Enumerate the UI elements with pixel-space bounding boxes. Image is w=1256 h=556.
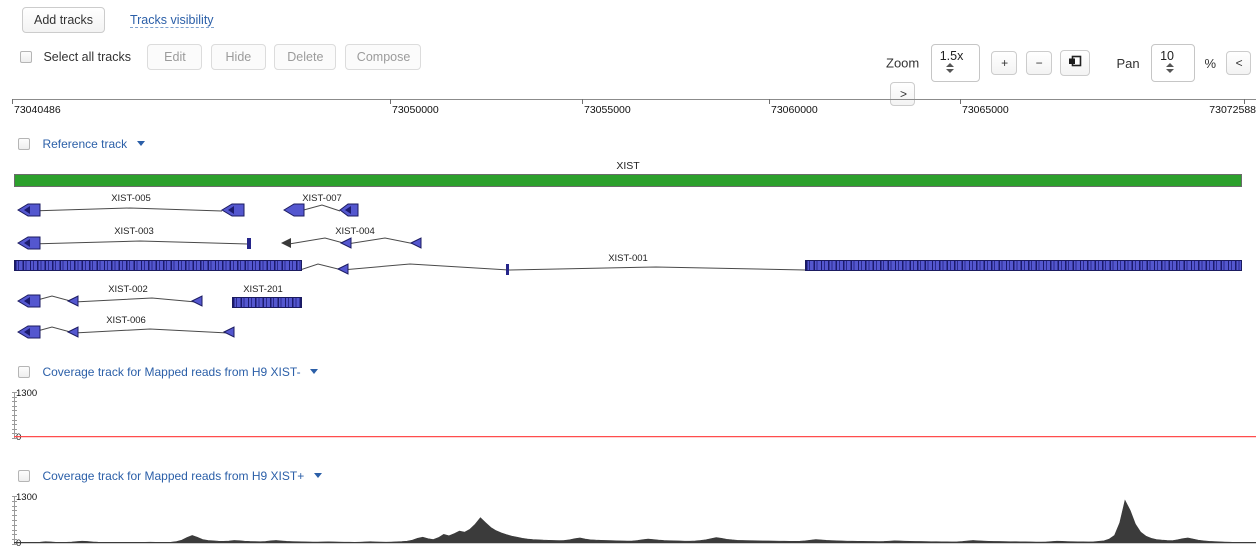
ruler-start-label: 73040486: [14, 104, 61, 116]
ruler-tick-label: 73065000: [962, 104, 1009, 116]
hide-button[interactable]: Hide: [210, 44, 266, 70]
transcript-shape: [281, 237, 422, 249]
select-all-tracks-label: Select all tracks: [43, 50, 131, 64]
transcript-label: XIST-201: [243, 284, 283, 295]
transcript-shape: [17, 203, 245, 217]
ruler-axis-line: [12, 99, 1256, 100]
zoom-in-button[interactable]: +: [991, 51, 1018, 75]
pan-unit-label: %: [1204, 55, 1217, 71]
coverage-minus-title[interactable]: Coverage track for Mapped reads from H9 …: [42, 365, 300, 379]
ruler-tick-label: 73060000: [771, 104, 818, 116]
transcript-shape: [283, 203, 359, 217]
spinner-icon[interactable]: [1166, 63, 1175, 73]
chevron-down-icon[interactable]: [313, 473, 322, 479]
zoom-level-value: 1.5x: [939, 49, 964, 63]
exon-block[interactable]: [14, 260, 302, 271]
track-header-reference: Reference track: [18, 135, 145, 153]
chevron-down-icon[interactable]: [310, 369, 319, 375]
toolbar-primary: Add tracks Tracks visibility: [22, 7, 1256, 33]
exon-block[interactable]: [805, 260, 1242, 271]
coverage-minus-checkbox[interactable]: [18, 365, 30, 378]
chevron-down-icon[interactable]: [136, 141, 145, 147]
coverage-plus-checkbox[interactable]: [18, 469, 30, 482]
coverage-plot-xist-minus[interactable]: 1300 0: [0, 388, 1256, 445]
ruler-tick-label: 73050000: [392, 104, 439, 116]
coverage-area-minus: [14, 436, 1256, 438]
compose-button[interactable]: Compose: [344, 44, 421, 70]
transcript-shape: [17, 325, 235, 339]
ruler-tick: [769, 99, 770, 104]
gene-body-xist[interactable]: [14, 174, 1242, 187]
reference-track-checkbox[interactable]: [18, 137, 30, 150]
ruler-tick: [390, 99, 391, 104]
coverage-plot-xist-plus[interactable]: 1300 0: [0, 492, 1256, 552]
fit-to-window-icon: [1068, 55, 1082, 71]
zoom-label: Zoom: [886, 55, 920, 71]
zoom-reset-button[interactable]: [1060, 50, 1091, 76]
pan-label: Pan: [1116, 55, 1140, 71]
pan-step-select[interactable]: 10: [1151, 44, 1196, 82]
delete-button[interactable]: Delete: [274, 44, 337, 70]
ruler-tick: [960, 99, 961, 104]
coverage-plus-title[interactable]: Coverage track for Mapped reads from H9 …: [42, 469, 304, 483]
zoom-level-select[interactable]: 1.5x: [930, 44, 980, 82]
reference-track-title[interactable]: Reference track: [42, 137, 127, 151]
pan-left-button[interactable]: <: [1225, 51, 1251, 75]
coverage-area-plus: [14, 499, 1256, 544]
add-tracks-button[interactable]: Add tracks: [22, 7, 106, 33]
select-all-tracks-checkbox[interactable]: [20, 51, 32, 63]
edit-button[interactable]: Edit: [147, 44, 203, 70]
pan-step-value: 10: [1160, 49, 1174, 63]
ruler-tick: [12, 99, 13, 104]
transcript-shape: [17, 236, 251, 250]
zoom-out-button[interactable]: −: [1025, 51, 1052, 75]
ruler-end-label: 73072588: [1209, 104, 1256, 116]
spinner-icon[interactable]: [945, 63, 955, 73]
track-header-coverage-minus: Coverage track for Mapped reads from H9 …: [18, 363, 319, 381]
coordinate-ruler[interactable]: 73040486 73050000 73055000 73060000 7306500…: [12, 99, 1256, 121]
gene-features-panel[interactable]: XIST XIST-005 XIST-007 XIST-003 XIST-004…: [0, 160, 1256, 345]
ruler-tick: [582, 99, 583, 104]
view-controls: Zoom 1.5x + − Pan 10 % < >: [886, 44, 1256, 106]
gene-label-xist: XIST: [616, 160, 640, 172]
exon-block-xist-201[interactable]: [232, 297, 302, 308]
tracks-visibility-link[interactable]: Tracks visibility: [129, 13, 214, 29]
track-header-coverage-plus: Coverage track for Mapped reads from H9 …: [18, 467, 322, 485]
ruler-tick-label: 73055000: [584, 104, 631, 116]
transcript-shape: [17, 294, 203, 308]
genome-browser-app: Add tracks Tracks visibility Select all …: [0, 0, 1256, 556]
